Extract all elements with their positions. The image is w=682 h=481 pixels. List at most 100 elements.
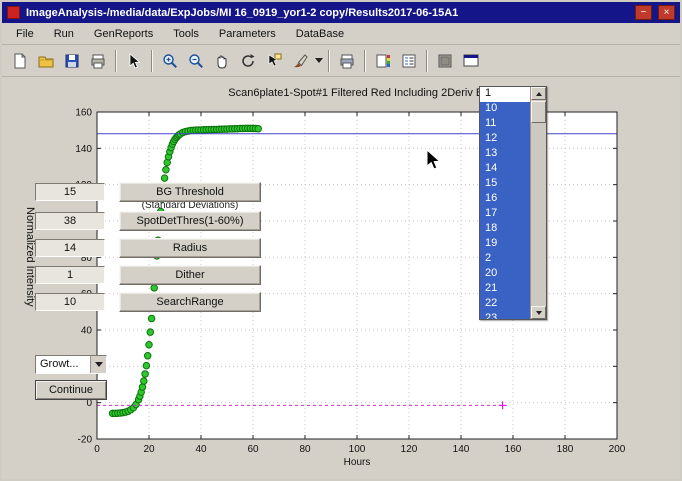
svg-text:120: 120 — [401, 444, 418, 455]
radius-input[interactable] — [35, 239, 105, 257]
menu-item-tools[interactable]: Tools — [163, 24, 209, 44]
searchrange-button[interactable]: SearchRange — [119, 292, 261, 312]
svg-text:-20: -20 — [78, 435, 93, 446]
growth-dropdown-arrow-button[interactable] — [90, 356, 106, 373]
new-file-icon — [12, 53, 28, 69]
print-figure-button[interactable] — [335, 49, 359, 73]
spotdetthres-button[interactable]: SpotDetThres(1-60%) — [119, 211, 261, 231]
titlebar[interactable]: ImageAnalysis-/media/data/ExpJobs/MI 16_… — [2, 2, 680, 23]
pan-hand-icon — [214, 53, 230, 69]
menu-item-file[interactable]: File — [6, 24, 44, 44]
spot-list-item[interactable]: 19 — [480, 237, 530, 252]
zoom-out-icon — [188, 53, 204, 69]
menu-item-database[interactable]: DataBase — [286, 24, 354, 44]
spot-list-item[interactable]: 11 — [480, 117, 530, 132]
menubar: File Run GenReports Tools Parameters Dat… — [2, 23, 680, 45]
toolbar-separator — [115, 50, 117, 72]
svg-text:140: 140 — [453, 444, 470, 455]
spot-list-item[interactable]: 16 — [480, 192, 530, 207]
spot-list-item[interactable]: 20 — [480, 267, 530, 282]
insert-legend-button[interactable] — [397, 49, 421, 73]
searchrange-input[interactable] — [35, 293, 105, 311]
svg-text:180: 180 — [557, 444, 574, 455]
print-figure-icon — [339, 53, 355, 69]
svg-text:40: 40 — [81, 326, 93, 337]
save-button[interactable] — [60, 49, 84, 73]
growth-dropdown[interactable]: Growt... — [35, 355, 107, 374]
zoom-out-button[interactable] — [184, 49, 208, 73]
svg-text:Hours: Hours — [344, 457, 371, 468]
open-folder-icon — [38, 53, 54, 69]
svg-text:40: 40 — [195, 444, 207, 455]
spot-list-item[interactable]: 14 — [480, 162, 530, 177]
dock-panel-icon — [437, 53, 453, 69]
bg-threshold-input[interactable] — [35, 183, 105, 201]
data-cursor-button[interactable] — [262, 49, 286, 73]
svg-text:80: 80 — [299, 444, 311, 455]
zoom-in-button[interactable] — [158, 49, 182, 73]
brush-button[interactable] — [288, 49, 312, 73]
window-layout-icon — [463, 53, 479, 69]
window-layout-button[interactable] — [459, 49, 483, 73]
spot-list-item[interactable]: 10 — [480, 102, 530, 117]
svg-text:100: 100 — [349, 444, 366, 455]
toolbar-separator — [328, 50, 330, 72]
spot-list-item[interactable]: 22 — [480, 297, 530, 312]
continue-button[interactable]: Continue — [35, 380, 107, 400]
minimize-button[interactable]: − — [635, 5, 652, 20]
open-folder-button[interactable] — [34, 49, 58, 73]
toolbar-separator — [364, 50, 366, 72]
dither-button[interactable]: Dither — [119, 265, 261, 285]
close-button[interactable]: × — [658, 5, 675, 20]
menu-item-run[interactable]: Run — [44, 24, 84, 44]
toolbar-separator — [151, 50, 153, 72]
spot-list-item[interactable]: 23 — [480, 312, 530, 319]
insert-colorbar-icon — [375, 53, 391, 69]
arrow-down-icon — [536, 311, 542, 315]
app-icon — [7, 6, 20, 19]
spot-list-item[interactable]: 18 — [480, 222, 530, 237]
spot-list-item[interactable]: 21 — [480, 282, 530, 297]
figure-toolbar — [2, 45, 680, 77]
zoom-in-icon — [162, 53, 178, 69]
pan-hand-button[interactable] — [210, 49, 234, 73]
data-cursor-icon — [266, 53, 282, 69]
scroll-up-button[interactable] — [531, 87, 546, 100]
spotdetthres-input[interactable] — [35, 212, 105, 230]
svg-text:160: 160 — [505, 444, 522, 455]
scroll-down-button[interactable] — [531, 306, 546, 319]
arrow-cursor-icon — [426, 149, 442, 171]
spot-list-item[interactable]: 17 — [480, 207, 530, 222]
insert-legend-icon — [401, 53, 417, 69]
spot-list-item[interactable]: 2 — [480, 252, 530, 267]
rotate-3d-button[interactable] — [236, 49, 260, 73]
brush-menu-caret[interactable] — [313, 49, 324, 73]
svg-text:200: 200 — [609, 444, 626, 455]
svg-text:140: 140 — [75, 144, 92, 155]
new-file-button[interactable] — [8, 49, 32, 73]
spot-listbox-scrollbar[interactable] — [530, 87, 546, 319]
spot-list-item[interactable]: 13 — [480, 147, 530, 162]
insert-colorbar-button[interactable] — [371, 49, 395, 73]
print-button[interactable] — [86, 49, 110, 73]
app-window: ImageAnalysis-/media/data/ExpJobs/MI 16_… — [0, 0, 682, 481]
radius-button[interactable]: Radius — [119, 238, 261, 258]
scroll-thumb[interactable] — [531, 101, 546, 123]
toolbar-separator — [426, 50, 428, 72]
svg-text:160: 160 — [75, 108, 92, 119]
spot-list-item[interactable]: 12 — [480, 132, 530, 147]
caret-down-icon — [95, 362, 103, 367]
growth-dropdown-label: Growt... — [36, 356, 90, 373]
svg-text:0: 0 — [94, 444, 100, 455]
spot-list-item[interactable]: 1 — [480, 87, 530, 102]
dither-input[interactable] — [35, 266, 105, 284]
spot-listbox: 110111213141516171819220212223 — [479, 86, 547, 320]
spot-list-item[interactable]: 15 — [480, 177, 530, 192]
save-icon — [64, 53, 80, 69]
menu-item-genreports[interactable]: GenReports — [84, 24, 163, 44]
dock-panel-button[interactable] — [433, 49, 457, 73]
edit-arrow-icon — [126, 53, 142, 69]
menu-item-parameters[interactable]: Parameters — [209, 24, 286, 44]
edit-arrow-button[interactable] — [122, 49, 146, 73]
bg-threshold-button[interactable]: BG Threshold — [119, 182, 261, 202]
